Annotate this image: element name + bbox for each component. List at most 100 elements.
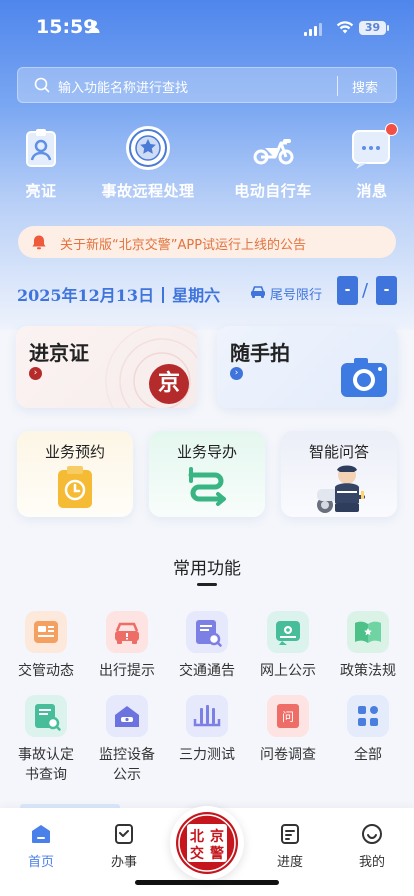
svg-text:问: 问: [282, 710, 294, 724]
search-input[interactable]: 输入功能名称进行查找: [58, 77, 188, 96]
func-monitor-devices[interactable]: 监控设备公示: [86, 695, 168, 785]
smart-qa-label: 智能问答: [308, 443, 369, 461]
func-label: 交通通告: [179, 663, 235, 679]
police-emblem-icon: [124, 124, 172, 172]
func-traffic-news[interactable]: 交管动态: [5, 611, 87, 681]
tab-label: 我的: [358, 855, 385, 870]
car-alert-icon: [106, 611, 148, 653]
plate-limit-value: -: [376, 276, 397, 305]
section-title: 常用功能: [173, 559, 241, 579]
func-label: 三力测试: [179, 747, 235, 763]
appointment-tile[interactable]: 业务预约: [17, 431, 133, 517]
smiley-user-icon: [360, 822, 384, 846]
date-display: 2025年12月13日 星期六: [17, 282, 220, 306]
func-label: 全部: [354, 747, 382, 763]
tab-label: 进度: [276, 855, 303, 870]
status-bar: 15:59 39: [0, 14, 414, 42]
chevron-right-icon: ›: [29, 367, 42, 380]
guide-label: 业务导办: [176, 443, 237, 461]
date-separator: [162, 287, 165, 303]
survey-icon: 问: [267, 695, 309, 737]
news-icon: [25, 611, 67, 653]
shortcut-label: 亮证: [25, 182, 57, 200]
bell-icon: [32, 235, 46, 250]
camera-monitor-icon: [106, 695, 148, 737]
svg-text:北: 北: [190, 829, 204, 845]
smart-qa-tile[interactable]: 智能问答: [281, 431, 397, 517]
tab-progress[interactable]: 进度: [260, 822, 320, 870]
guide-tile[interactable]: 业务导办: [149, 431, 265, 517]
message-icon: [348, 123, 398, 172]
snapshot-report-card[interactable]: 随手拍 ›: [217, 326, 398, 408]
func-traffic-notice[interactable]: 交通通告: [166, 611, 248, 681]
law-book-icon: [347, 611, 389, 653]
plate-limit-label: 尾号限行: [270, 288, 323, 303]
tab-label: 首页: [27, 855, 54, 870]
plate-limit-value: -: [337, 276, 358, 305]
tab-label: 办事: [110, 855, 137, 870]
id-badge-icon: [17, 124, 65, 172]
notice-search-icon: [186, 611, 228, 653]
unread-dot: [385, 123, 398, 136]
date-text: 2025年12月13日: [17, 286, 155, 305]
shortcut-label: 消息: [356, 182, 388, 200]
test-icon: [186, 695, 228, 737]
shortcut-label: 事故远程处理: [101, 182, 195, 200]
func-label: 交管动态: [18, 663, 74, 679]
chevron-right-icon: ›: [230, 367, 243, 380]
tab-profile[interactable]: 我的: [342, 822, 402, 870]
accident-doc-icon: [25, 695, 67, 737]
func-label: 问卷调查: [260, 747, 316, 763]
beijing-traffic-police-logo: 北 京 交 警: [176, 812, 238, 874]
func-ability-test[interactable]: 三力测试: [166, 695, 248, 765]
jing-badge: 京: [149, 364, 189, 404]
task-list-icon: [112, 822, 136, 846]
entry-permit-card[interactable]: 进京证 › 京: [16, 326, 197, 408]
progress-doc-icon: [278, 822, 302, 846]
weekday-text: 星期六: [172, 286, 221, 305]
grid-all-icon: [347, 695, 389, 737]
shortcut-messages[interactable]: 消息: [317, 123, 414, 201]
func-accident-report[interactable]: 事故认定书查询: [5, 695, 87, 785]
func-survey[interactable]: 问 问卷调查: [247, 695, 329, 765]
appointment-label: 业务预约: [44, 443, 105, 461]
camera-icon: [341, 358, 387, 397]
wifi-icon: [336, 21, 354, 34]
battery-indicator: 39: [359, 21, 389, 35]
tab-home[interactable]: 首页: [11, 822, 71, 870]
clipboard-clock-icon: [58, 466, 92, 508]
person-icon: [88, 20, 100, 33]
func-online-publicity[interactable]: 网上公示: [247, 611, 329, 681]
func-all[interactable]: 全部: [327, 695, 409, 765]
shortcut-e-bike[interactable]: 电动自行车: [218, 124, 328, 201]
func-label: 网上公示: [260, 663, 316, 679]
car-icon: [251, 286, 265, 298]
svg-text:警: 警: [210, 845, 224, 862]
route-icon: [188, 467, 226, 506]
home-icon: [29, 822, 53, 846]
announcement-banner[interactable]: 关于新版“北京交警”APP试运行上线的公告: [18, 226, 396, 258]
func-travel-tips[interactable]: 出行提示: [86, 611, 168, 681]
search-bar[interactable]: 输入功能名称进行查找 搜索: [17, 67, 397, 103]
func-label: 事故认定书查询: [18, 747, 74, 783]
announcement-text: 关于新版“北京交警”APP试运行上线的公告: [60, 238, 307, 253]
search-divider: [337, 76, 338, 96]
snapshot-report-title: 随手拍: [230, 341, 290, 365]
cellular-signal-icon: [304, 22, 322, 36]
search-icon: [34, 77, 50, 93]
svg-text:交: 交: [190, 845, 204, 862]
publicity-icon: [267, 611, 309, 653]
func-label: 出行提示: [99, 663, 155, 679]
func-policy-law[interactable]: 政策法规: [327, 611, 409, 681]
center-logo-button[interactable]: 北 京 交 警: [170, 806, 244, 880]
shortcut-label: 电动自行车: [234, 182, 312, 200]
police-officer-icon: [317, 465, 365, 513]
plate-limit-separator: /: [362, 280, 369, 301]
func-label: 监控设备公示: [99, 747, 155, 783]
tab-services[interactable]: 办事: [94, 822, 154, 870]
shortcut-remote-accident[interactable]: 事故远程处理: [93, 124, 203, 201]
search-button[interactable]: 搜索: [352, 77, 378, 96]
shortcut-show-license[interactable]: 亮证: [0, 124, 96, 201]
home-indicator: [135, 880, 279, 885]
func-label: 政策法规: [340, 663, 396, 679]
